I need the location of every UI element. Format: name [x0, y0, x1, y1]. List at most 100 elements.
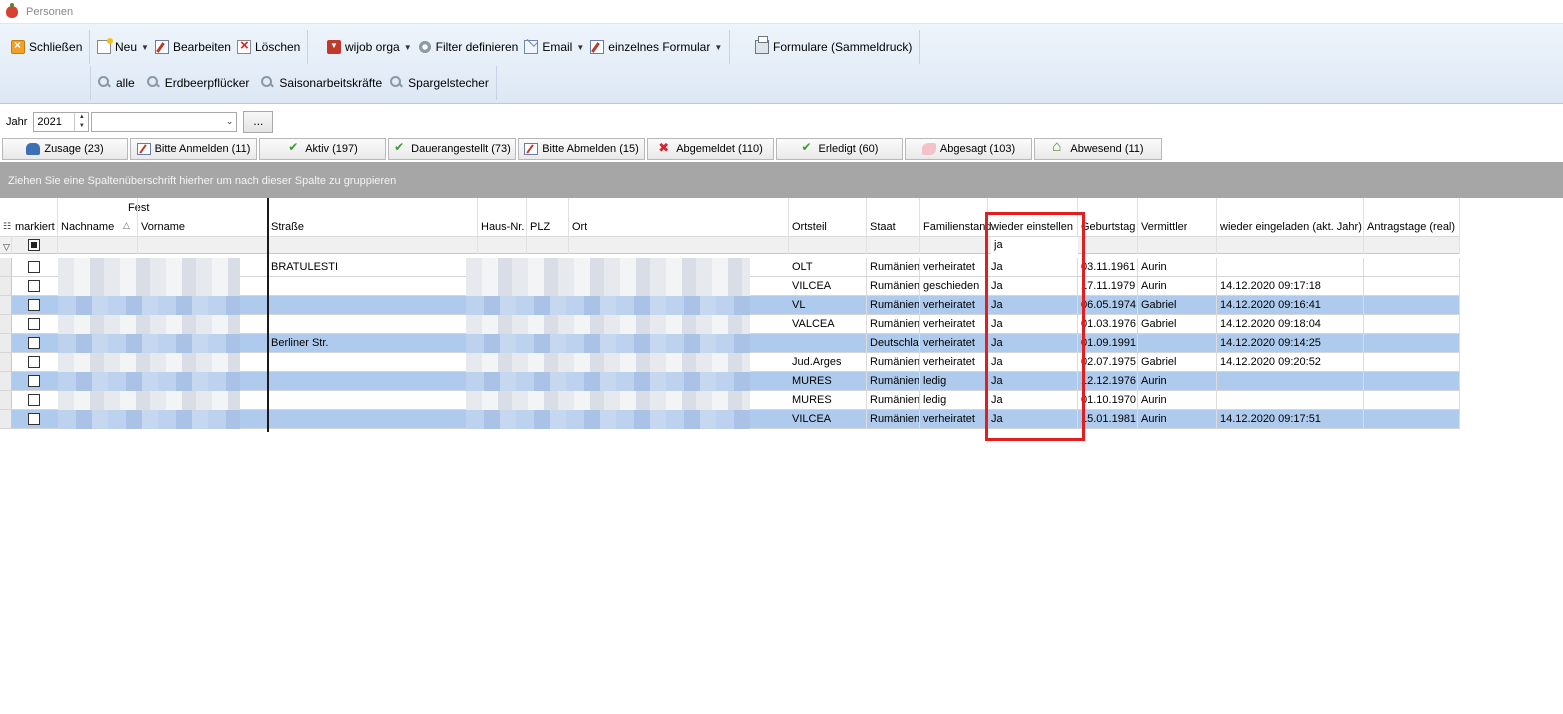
- filter-cell-hausnr[interactable]: [478, 237, 527, 254]
- row-checkbox[interactable]: [28, 356, 40, 368]
- row-checkbox[interactable]: [28, 375, 40, 387]
- row-indicator[interactable]: [0, 258, 12, 276]
- filter-erdbeerpfluecker-button[interactable]: Erdbeerpflücker: [144, 71, 253, 95]
- filter-cell-ort[interactable]: [569, 237, 789, 254]
- column-header-strasse[interactable]: Straße: [268, 198, 478, 236]
- table-row[interactable]: VILCEA Rumänien geschieden Ja 17.11.1979 Auri…: [0, 277, 1460, 296]
- column-header-hausnr[interactable]: Haus-Nr.: [478, 198, 527, 236]
- printer-icon: [755, 36, 769, 54]
- tab-aktiv[interactable]: Aktiv (197): [259, 138, 386, 160]
- year-stepper[interactable]: 2021 ▲ ▼: [33, 112, 90, 132]
- tab-erledigt[interactable]: Erledigt (60): [776, 138, 903, 160]
- delete-button[interactable]: Löschen: [234, 35, 303, 59]
- filter-spargelstecher-button[interactable]: Spargelstecher: [387, 71, 492, 95]
- column-header-markiert[interactable]: markiert: [12, 198, 58, 236]
- column-header-plz[interactable]: PLZ: [527, 198, 569, 236]
- column-header-vermittler[interactable]: Vermittler: [1138, 198, 1217, 236]
- filter-cell-staat[interactable]: [867, 237, 920, 254]
- tab-abgemeldet[interactable]: Abgemeldet (110): [647, 138, 774, 160]
- filter-define-button[interactable]: Filter definieren: [415, 35, 522, 59]
- row-checkbox[interactable]: [28, 413, 40, 425]
- tab-dauerangestellt[interactable]: Dauerangestellt (73): [388, 138, 516, 160]
- row-checkbox[interactable]: [28, 318, 40, 330]
- filter-cell-ortsteil[interactable]: [789, 237, 867, 254]
- filter-cell-strasse[interactable]: [268, 237, 478, 254]
- tab-zusage[interactable]: Zusage (23): [2, 138, 128, 160]
- single-form-button[interactable]: einzelnes Formular ▼: [587, 35, 725, 59]
- cell-vermittler: Gabriel: [1138, 315, 1217, 333]
- tab-bitte-abmelden[interactable]: Bitte Abmelden (15): [518, 138, 645, 160]
- cell-antragstage: [1364, 372, 1460, 390]
- table-row[interactable]: MURES Rumänien ledig Ja 01.10.1970 Aurin: [0, 391, 1460, 410]
- column-header-ortsteil[interactable]: Ortsteil: [789, 198, 867, 236]
- table-row[interactable]: VL Rumänien verheiratet Ja 06.05.1974 Gabriel…: [0, 296, 1460, 315]
- new-button[interactable]: Neu ▼: [94, 35, 152, 59]
- year-value[interactable]: 2021: [34, 113, 74, 131]
- cell-familienstand: verheiratet: [920, 296, 988, 314]
- row-indicator[interactable]: [0, 410, 12, 428]
- new-document-icon: [97, 38, 113, 54]
- table-row[interactable]: VALCEA Rumänien verheiratet Ja 01.03.1976 Gab…: [0, 315, 1460, 334]
- filter-cell-vermittler[interactable]: [1138, 237, 1217, 254]
- row-indicator[interactable]: [0, 315, 12, 333]
- edit-icon: [154, 40, 169, 54]
- row-checkbox[interactable]: [28, 394, 40, 406]
- row-checkbox[interactable]: [28, 280, 40, 292]
- selection-combo[interactable]: ⌄: [91, 112, 238, 132]
- column-header-familienstand[interactable]: Familienstand: [920, 198, 991, 236]
- tab-abwesend[interactable]: Abwesend (11): [1034, 138, 1162, 160]
- chevron-down-icon[interactable]: ▼: [75, 122, 88, 131]
- filter-cell-geburtstag[interactable]: [1078, 237, 1138, 254]
- cell-vermittler: Aurin: [1138, 410, 1217, 428]
- row-indicator[interactable]: [0, 296, 12, 314]
- filter-cell-plz[interactable]: [527, 237, 569, 254]
- group-by-panel[interactable]: Ziehen Sie eine Spaltenüberschrift hierh…: [0, 162, 1563, 198]
- cell-antragstage: [1364, 334, 1460, 352]
- row-indicator[interactable]: [0, 372, 12, 390]
- filter-saisonarbeitskraefte-button[interactable]: Saisonarbeitskräfte: [258, 71, 385, 95]
- row-indicator[interactable]: [0, 391, 12, 409]
- row-checkbox[interactable]: [28, 337, 40, 349]
- chevron-up-icon[interactable]: ▲: [75, 113, 88, 122]
- cell-strasse: [268, 315, 478, 333]
- table-row[interactable]: Jud.Arges Rumänien verheiratet Ja 02.07.1975…: [0, 353, 1460, 372]
- column-header-wieder-eingeladen[interactable]: wieder eingeladen (akt. Jahr): [1217, 198, 1364, 236]
- row-indicator[interactable]: [0, 277, 12, 295]
- row-checkbox[interactable]: [28, 261, 40, 273]
- table-row[interactable]: Berliner Str.DeutschlandverheiratetJa01.…: [0, 334, 1460, 353]
- column-header-staat[interactable]: Staat: [867, 198, 920, 236]
- column-header-antragstage[interactable]: Antragstage (real): [1364, 198, 1460, 236]
- column-header-nachname[interactable]: Nachname: [58, 198, 138, 236]
- row-indicator[interactable]: [0, 353, 12, 371]
- filter-row: ja: [0, 236, 1460, 254]
- redacted-name: [58, 334, 240, 353]
- filter-funnel-icon[interactable]: ▽: [3, 242, 10, 253]
- cell-familienstand: verheiratet: [920, 258, 988, 276]
- filter-all-button[interactable]: alle: [95, 71, 138, 95]
- email-button[interactable]: Email ▼: [521, 35, 587, 59]
- table-row[interactable]: MURES Rumänien ledig Ja 12.12.1976 Aurin: [0, 372, 1460, 391]
- filter-cell-nachname[interactable]: [58, 237, 138, 254]
- row-checkbox[interactable]: [28, 299, 40, 311]
- tab-bitte-anmelden[interactable]: Bitte Anmelden (11): [130, 138, 257, 160]
- filter-cell-wieder-eingeladen[interactable]: [1217, 237, 1364, 254]
- filter-cell-familienstand[interactable]: [920, 237, 988, 254]
- browse-button[interactable]: ...: [243, 111, 274, 133]
- window-title: Personen: [26, 5, 74, 18]
- table-row[interactable]: BRATULESTI OLT Rumänien verheiratet Ja 03.11.…: [0, 258, 1460, 277]
- column-header-ort[interactable]: Ort: [569, 198, 789, 236]
- forms-print-button[interactable]: Formulare (Sammeldruck): [752, 35, 915, 59]
- filter-cell-vorname[interactable]: [138, 237, 268, 254]
- redacted-name: [58, 258, 240, 277]
- close-button[interactable]: Schließen: [8, 35, 85, 59]
- table-row[interactable]: VILCEA Rumänien verheiratet Ja 15.01.1981 Aur…: [0, 410, 1460, 429]
- filter-cell-antragstage[interactable]: [1364, 237, 1460, 254]
- edit-button[interactable]: Bearbeiten: [152, 35, 234, 59]
- column-header-geburtstag[interactable]: Geburtstag: [1078, 198, 1138, 236]
- column-header-vorname[interactable]: Vorname: [138, 198, 268, 236]
- wijob-orga-button[interactable]: wijob orga▼: [324, 35, 415, 59]
- cell-strasse: [268, 391, 478, 409]
- tab-abgesagt[interactable]: Abgesagt (103): [905, 138, 1032, 160]
- column-chooser-icon[interactable]: ☷: [3, 221, 11, 232]
- row-indicator[interactable]: [0, 334, 12, 352]
